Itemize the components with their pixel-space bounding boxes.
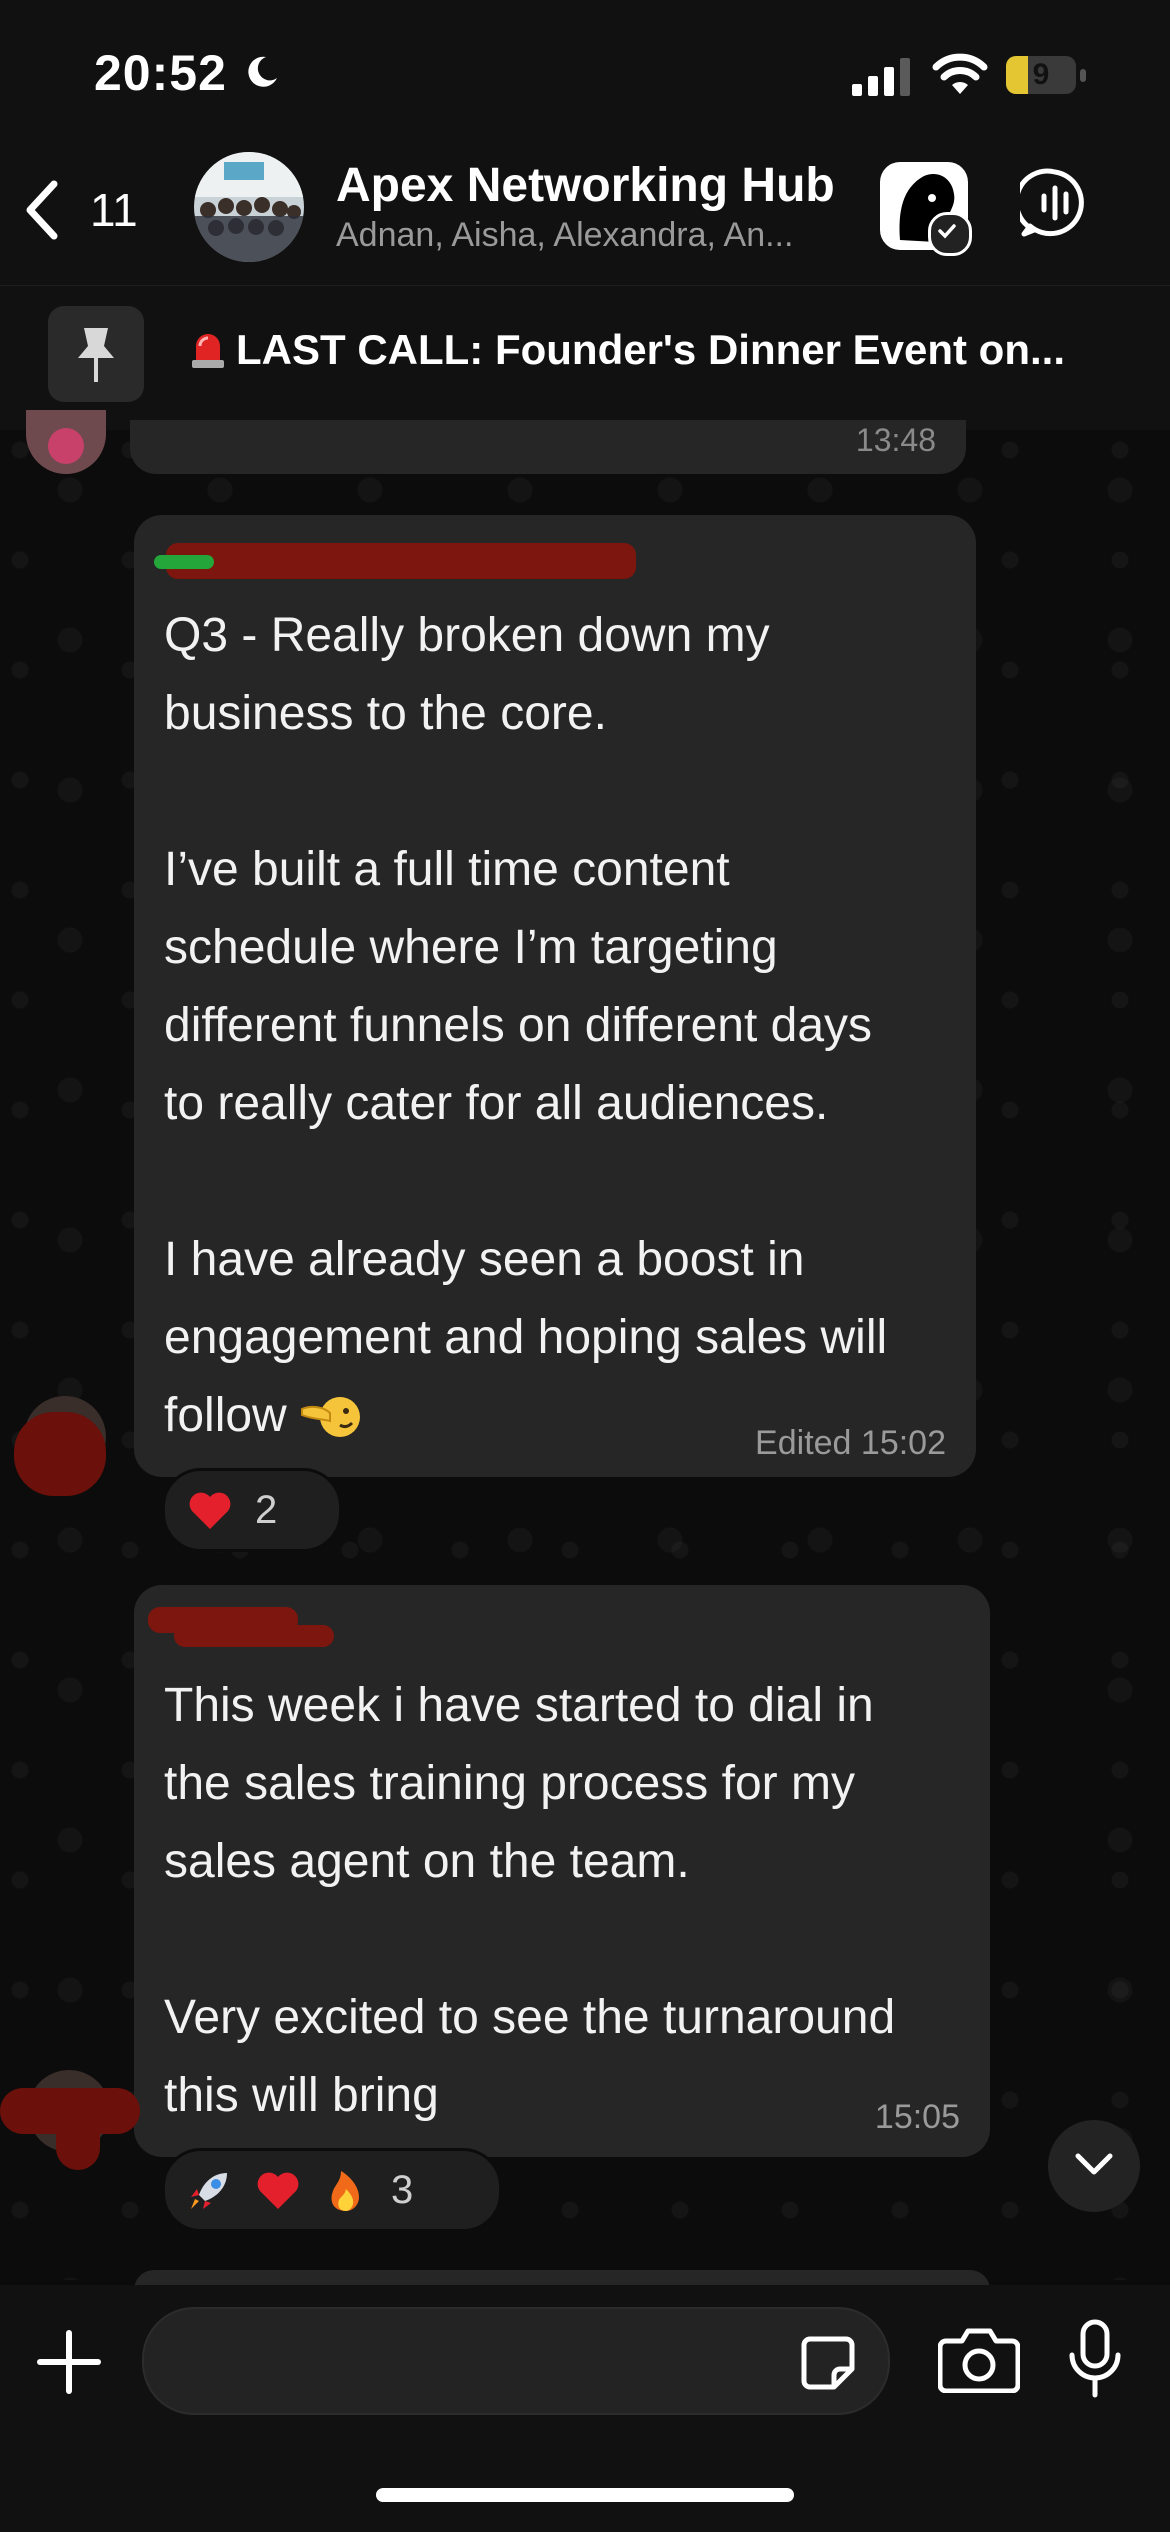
plus-icon[interactable]: [36, 2329, 102, 2395]
message-reactions[interactable]: 2: [162, 1468, 342, 1552]
status-time: 20:52: [94, 45, 227, 101]
cellular-signal-icon: [852, 58, 910, 96]
chevron-down-icon: [1075, 2153, 1113, 2175]
edited-label: Edited: [755, 1424, 852, 1462]
scroll-to-bottom-button[interactable]: [1048, 2120, 1140, 2212]
back-button[interactable]: 11: [22, 170, 162, 250]
heart-icon: [257, 2172, 299, 2209]
previous-message-bubble[interactable]: 13:48: [130, 420, 966, 474]
home-indicator: [376, 2488, 794, 2502]
sender-name-redacted: [166, 543, 636, 579]
heart-icon: [189, 1492, 231, 1529]
siren-icon: [192, 334, 224, 368]
battery-icon: 9: [1006, 56, 1086, 96]
chevron-left-icon: [26, 180, 58, 240]
reaction-count: 2: [255, 1487, 278, 1532]
sender-name-redacted: [174, 1625, 334, 1647]
pin-button[interactable]: [48, 306, 144, 402]
message-text: Q3 - Really broken down my business to t…: [164, 609, 888, 1442]
avatar-redacted: [14, 1412, 106, 1496]
pinned-message-banner[interactable]: LAST CALL: Founder's Dinner Event on...: [0, 285, 1170, 431]
message-text: This week i have started to dial in the …: [164, 1679, 896, 2122]
group-members[interactable]: Adnan, Aisha, Alexandra, An...: [336, 216, 846, 255]
pin-icon: [78, 328, 114, 382]
moon-icon: [248, 56, 277, 87]
message-time: 13:48: [855, 422, 936, 458]
message-time: 15:05: [874, 2098, 960, 2136]
sticker-icon[interactable]: [800, 2335, 856, 2391]
group-name[interactable]: Apex Networking Hub: [336, 158, 835, 213]
status-bar: 20:52 9: [0, 0, 1170, 140]
voice-chat-icon[interactable]: [1020, 168, 1090, 238]
message-reactions[interactable]: 3: [162, 2148, 502, 2232]
reaction-count: 3: [391, 2167, 414, 2212]
message-input[interactable]: [142, 2307, 890, 2415]
sender-name-redacted: [154, 555, 214, 569]
fire-icon: [331, 2171, 359, 2211]
microphone-icon[interactable]: [1066, 2319, 1124, 2401]
message-time: 15:02: [860, 1424, 946, 1462]
avatar-redacted: [56, 2110, 100, 2170]
wifi-icon: [932, 53, 988, 94]
pinned-message-text[interactable]: LAST CALL: Founder's Dinner Event on...: [188, 326, 1065, 374]
pointing-face-emoji-icon: [301, 1397, 361, 1437]
message-bubble[interactable]: This week i have started to dial in the …: [134, 1585, 990, 2157]
camera-icon[interactable]: [938, 2327, 1020, 2393]
group-avatar[interactable]: [194, 152, 304, 262]
battery-level: 9: [1032, 58, 1050, 91]
checkmark-badge-icon: [928, 212, 972, 256]
message-meta: Edited 15:02: [755, 1424, 946, 1463]
message-bubble[interactable]: Q3 - Really broken down my business to t…: [134, 515, 976, 1477]
rocket-icon: [191, 2173, 227, 2209]
chat-header: 11 Apex Networking Hub Adnan, Aisha, Ale…: [0, 140, 1170, 285]
pinned-text-label: LAST CALL: Founder's Dinner Event on...: [236, 326, 1065, 373]
unread-count: 11: [90, 184, 138, 236]
